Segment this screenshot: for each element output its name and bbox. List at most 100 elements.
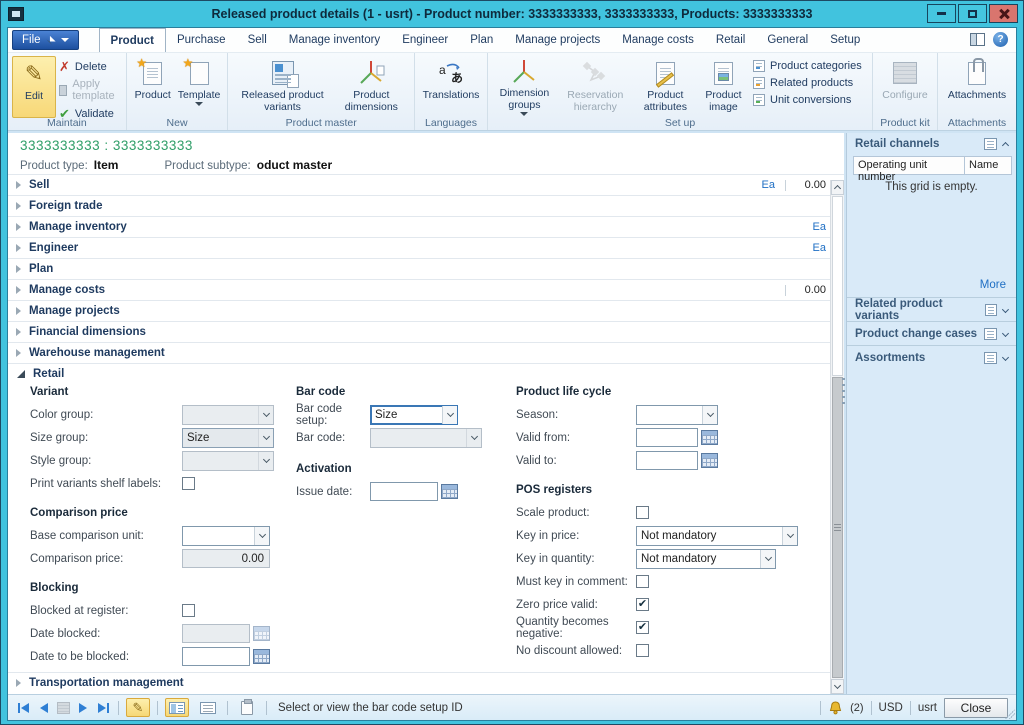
scrollbar-track[interactable]: [832, 196, 843, 376]
tab-setup[interactable]: Setup: [819, 28, 871, 52]
factbox-product-change-cases[interactable]: Product change cases: [847, 321, 1016, 345]
notifications-bell-icon[interactable]: [828, 700, 843, 715]
main-vertical-scrollbar[interactable]: [830, 180, 844, 694]
calendar-icon[interactable]: [701, 430, 718, 445]
grid-view-button[interactable]: [57, 702, 70, 714]
notification-count[interactable]: (2): [850, 702, 863, 714]
grid-icon[interactable]: [985, 304, 997, 316]
list-view-button[interactable]: [196, 698, 220, 717]
unit-link[interactable]: Ea: [813, 242, 826, 254]
calendar-icon[interactable]: [253, 626, 270, 641]
section-sell[interactable]: Sell Ea0.00: [8, 174, 844, 195]
section-retail[interactable]: Retail: [8, 363, 844, 384]
grid-icon[interactable]: [984, 138, 997, 150]
apply-template-button[interactable]: Apply template: [56, 77, 122, 103]
style-group-dropdown[interactable]: [182, 451, 274, 471]
next-record-button[interactable]: [77, 701, 89, 715]
section-warehouse-management[interactable]: Warehouse management: [8, 342, 844, 363]
grid-icon[interactable]: [984, 352, 997, 364]
tab-engineer[interactable]: Engineer: [391, 28, 459, 52]
tab-retail[interactable]: Retail: [705, 28, 756, 52]
scrollbar-thumb[interactable]: [832, 377, 843, 678]
date-blocked-input[interactable]: [182, 624, 250, 643]
form-view-button[interactable]: [165, 698, 189, 717]
valid-from-input[interactable]: [636, 428, 698, 447]
section-foreign-trade[interactable]: Foreign trade: [8, 195, 844, 216]
product-image-button[interactable]: Product image: [697, 56, 750, 118]
unit-conversions-button[interactable]: Unit conversions: [750, 93, 868, 107]
issue-date-input[interactable]: [370, 482, 438, 501]
attachments-button[interactable]: Attachments: [942, 56, 1012, 118]
column-header-operating-unit[interactable]: Operating unit number: [853, 156, 965, 175]
dimension-groups-button[interactable]: Dimension groups: [492, 56, 557, 118]
must-key-in-comment-checkbox[interactable]: [636, 575, 649, 588]
chevron-down-icon[interactable]: [1002, 354, 1009, 361]
configure-button[interactable]: Configure: [877, 56, 933, 118]
delete-button[interactable]: ✗Delete: [56, 59, 122, 74]
barcode-setup-dropdown[interactable]: Size: [370, 405, 458, 425]
tab-general[interactable]: General: [756, 28, 819, 52]
no-discount-allowed-checkbox[interactable]: [636, 644, 649, 657]
unit-link[interactable]: Ea: [762, 179, 775, 191]
grid-icon[interactable]: [984, 328, 997, 340]
calendar-icon[interactable]: [253, 649, 270, 664]
layout-toggle-icon[interactable]: [970, 33, 985, 46]
new-template-button[interactable]: ★ Template: [175, 56, 224, 118]
size-group-dropdown[interactable]: Size: [182, 428, 274, 448]
tab-manage-inventory[interactable]: Manage inventory: [278, 28, 391, 52]
unit-link[interactable]: Ea: [813, 221, 826, 233]
product-categories-button[interactable]: Product categories: [750, 59, 868, 73]
maximize-button[interactable]: [958, 4, 987, 23]
season-dropdown[interactable]: [636, 405, 718, 425]
tab-plan[interactable]: Plan: [459, 28, 504, 52]
resize-grip[interactable]: [1005, 709, 1015, 719]
released-product-variants-button[interactable]: Released product variants: [232, 56, 332, 118]
tab-product[interactable]: Product: [99, 28, 166, 52]
calendar-icon[interactable]: [441, 484, 458, 499]
more-link[interactable]: More: [980, 279, 1006, 291]
reservation-hierarchy-button[interactable]: Reservation hierarchy: [557, 56, 634, 118]
related-products-button[interactable]: Related products: [750, 76, 868, 90]
section-manage-projects[interactable]: Manage projects: [8, 300, 844, 321]
section-manage-costs[interactable]: Manage costs 0.00: [8, 279, 844, 300]
pane-splitter[interactable]: [842, 378, 845, 404]
blocked-at-register-checkbox[interactable]: [182, 604, 195, 617]
close-form-button[interactable]: Close: [944, 698, 1008, 718]
currency-indicator[interactable]: USD: [879, 702, 903, 714]
tab-manage-projects[interactable]: Manage projects: [504, 28, 611, 52]
user-indicator[interactable]: usrt: [918, 702, 937, 714]
factbox-retail-channels-header[interactable]: Retail channels: [847, 133, 1016, 155]
zero-price-valid-checkbox[interactable]: ✔: [636, 598, 649, 611]
last-record-button[interactable]: [96, 701, 111, 715]
date-to-be-blocked-input[interactable]: [182, 647, 250, 666]
calendar-icon[interactable]: [701, 453, 718, 468]
quantity-becomes-negative-checkbox[interactable]: ✔: [636, 621, 649, 634]
section-plan[interactable]: Plan: [8, 258, 844, 279]
print-variants-checkbox[interactable]: [182, 477, 195, 490]
factbox-related-product-variants[interactable]: Related product variants: [847, 297, 1016, 321]
valid-to-input[interactable]: [636, 451, 698, 470]
chevron-down-icon[interactable]: [1002, 330, 1009, 337]
scroll-down-button[interactable]: [831, 679, 844, 694]
chevron-up-icon[interactable]: [1002, 142, 1009, 149]
minimize-button[interactable]: [927, 4, 956, 23]
tab-sell[interactable]: Sell: [237, 28, 278, 52]
file-menu-button[interactable]: File: [12, 30, 79, 50]
factbox-assortments[interactable]: Assortments: [847, 345, 1016, 369]
product-dimensions-button[interactable]: Product dimensions: [333, 56, 410, 118]
edit-button[interactable]: ✎ Edit: [12, 56, 56, 118]
scroll-up-button[interactable]: [831, 180, 844, 195]
key-in-quantity-dropdown[interactable]: Not mandatory: [636, 549, 776, 569]
edit-mode-button[interactable]: ✎: [126, 698, 150, 717]
tab-purchase[interactable]: Purchase: [166, 28, 237, 52]
help-icon[interactable]: ?: [993, 32, 1008, 47]
section-financial-dimensions[interactable]: Financial dimensions: [8, 321, 844, 342]
chevron-down-icon[interactable]: [1002, 306, 1009, 313]
new-product-button[interactable]: ★ Product: [131, 56, 175, 118]
comparison-price-input[interactable]: 0.00: [182, 549, 270, 568]
close-button[interactable]: [989, 4, 1018, 23]
previous-record-button[interactable]: [38, 701, 50, 715]
color-group-dropdown[interactable]: [182, 405, 274, 425]
column-header-name[interactable]: Name: [965, 156, 1012, 175]
base-comparison-unit-dropdown[interactable]: [182, 526, 270, 546]
